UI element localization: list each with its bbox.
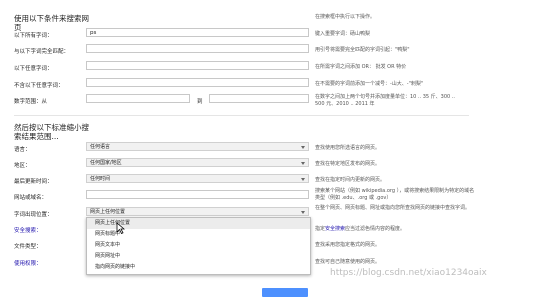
region-help: 查找在特定地区发布的网页。: [315, 161, 381, 167]
all-words-input[interactable]: ps: [86, 28, 309, 37]
terms-appearing-select-value: 网页上任何位置: [90, 209, 126, 215]
site-domain-input[interactable]: [86, 190, 309, 199]
section2-heading: 然后按以下标准缩小搜索结果范围...: [14, 123, 89, 141]
all-words-label: 以下所有字词：: [14, 33, 53, 39]
last-update-select-value: 任何时间: [90, 176, 111, 182]
watermark-text: https://blog.csdn.net/xiao1234oaix: [330, 268, 487, 278]
last-update-help: 查找在指定时间内更新的网页。: [315, 177, 386, 183]
safesearch-label[interactable]: 安全搜索：: [14, 226, 42, 234]
advanced-search-button[interactable]: [262, 288, 308, 297]
chevron-down-icon: [301, 146, 305, 149]
number-range-to-input[interactable]: [209, 94, 309, 103]
number-range-label: 数字范围：从: [14, 99, 48, 105]
region-select[interactable]: 任何国家/地区: [86, 158, 309, 167]
number-range-help: 在数字之间加上两个句号并添加度量单位：10 .. 35 斤、300 .. 500…: [315, 94, 455, 107]
usage-rights-label[interactable]: 使用权限：: [14, 259, 42, 267]
file-type-help: 查找采用您指定格式的网页。: [315, 242, 381, 248]
last-update-select[interactable]: 任何时间: [86, 174, 309, 183]
language-select[interactable]: 任何语言: [86, 142, 309, 151]
exact-phrase-help: 用引号将需要完全匹配的字词引起："鸭梨": [315, 47, 410, 53]
any-words-help: 在所需字词之间添加 OR： 批发 OR 特价: [315, 64, 407, 70]
none-words-help: 在不需要的字词前添加一个减号：-山大、-"刺梨": [315, 81, 424, 87]
dropdown-option[interactable]: 网页文本中: [87, 240, 310, 251]
language-select-value: 任何语言: [90, 144, 111, 150]
site-domain-label: 网站或域名：: [14, 195, 48, 201]
last-update-label: 最后更新时间：: [14, 179, 53, 185]
section1-heading-help: 在搜索框中执行以下操作。: [315, 14, 376, 20]
none-words-input[interactable]: [86, 78, 309, 87]
section1-heading: 使用以下条件来搜索网页: [14, 14, 89, 32]
terms-appearing-label: 字词出现位置：: [14, 212, 53, 218]
all-words-help: 键入重要字词：砀山鸭梨: [315, 31, 371, 37]
any-words-label: 以下任意字词：: [14, 66, 53, 72]
terms-appearing-select[interactable]: 网页上任何位置: [86, 207, 309, 216]
number-range-to-label: 到: [197, 99, 203, 105]
language-label: 语言：: [14, 147, 31, 153]
mouse-cursor-icon: [116, 222, 125, 234]
usage-rights-help: 查找可自己随意使用的网页。: [315, 259, 381, 265]
safesearch-help-prefix: 指定: [315, 226, 326, 232]
dropdown-option[interactable]: 指向网页的链接中: [87, 262, 310, 273]
safesearch-help-link[interactable]: 安全搜索: [325, 226, 345, 232]
language-help: 查找使用您所选语言的网页。: [315, 145, 381, 151]
section-divider: [14, 115, 469, 116]
exact-phrase-label: 与以下字词完全匹配：: [14, 49, 70, 55]
site-domain-help: 搜索某个网站（例如 wikipedia.org ），或将搜索结果限制为特定的域名…: [315, 188, 475, 201]
region-label: 地区：: [14, 163, 31, 169]
safesearch-help-suffix: 应当过滤色情内容的程度。: [345, 226, 406, 232]
chevron-down-icon: [301, 162, 305, 165]
none-words-label: 不含以下任意字词：: [14, 83, 64, 89]
exact-phrase-input[interactable]: [86, 44, 309, 53]
dropdown-option[interactable]: 网页网址中: [87, 251, 310, 262]
number-range-from-input[interactable]: [86, 94, 190, 103]
chevron-down-icon: [301, 211, 305, 214]
region-select-value: 任何国家/地区: [90, 160, 122, 166]
any-words-input[interactable]: [86, 61, 309, 70]
chevron-down-icon: [301, 178, 305, 181]
terms-appearing-help: 在整个网页、网页标题、网址或指向您所查找网页的链接中查找字词。: [315, 205, 471, 211]
safesearch-help: 指定安全搜索应当过滤色情内容的程度。: [315, 226, 405, 233]
file-type-label: 文件类型：: [14, 244, 42, 250]
